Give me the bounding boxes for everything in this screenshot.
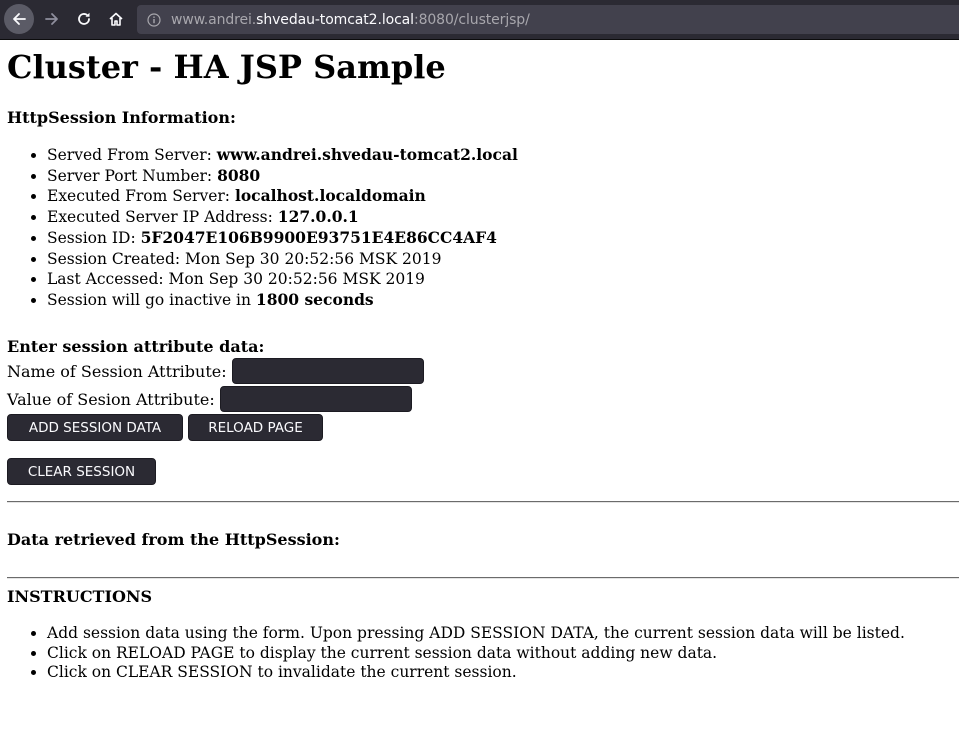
info-label: Session will go inactive in (47, 290, 256, 309)
info-icon[interactable] (146, 12, 162, 28)
list-item: Session will go inactive in 1800 seconds (47, 290, 518, 311)
add-session-data-button[interactable]: ADD SESSION DATA (7, 414, 183, 441)
info-label: Executed Server IP Address: (47, 208, 278, 227)
arrow-right-icon (45, 13, 58, 25)
attribute-name-input[interactable] (231, 358, 424, 384)
divider (7, 501, 959, 503)
info-label: Served From Server: (47, 146, 217, 164)
forward-button[interactable] (38, 5, 66, 33)
info-value: localhost.localdomain (234, 186, 426, 206)
url-host: shvedau-tomcat2.local (256, 11, 414, 28)
home-button[interactable] (102, 5, 130, 33)
url-prefix: www.andrei. (171, 11, 257, 28)
list-item: Executed Server IP Address: 127.0.0.1 (47, 207, 518, 228)
arrow-left-icon (13, 13, 26, 25)
attribute-value-input[interactable] (219, 386, 412, 412)
info-label: Executed From Server: (47, 187, 235, 206)
list-item: Add session data using the form. Upon pr… (47, 624, 905, 644)
url-text: www.andrei.shvedau-tomcat2.local:8080/cl… (171, 12, 530, 28)
info-label: Session ID: (47, 228, 141, 247)
info-value: 127.0.0.1 (277, 207, 359, 227)
url-bar[interactable]: www.andrei.shvedau-tomcat2.local:8080/cl… (137, 5, 959, 34)
reload-page-button[interactable]: RELOAD PAGE (188, 414, 323, 441)
clear-session-button[interactable]: CLEAR SESSION (7, 458, 156, 485)
name-label: Name of Session Attribute: (7, 361, 227, 381)
list-item: Click on RELOAD PAGE to display the curr… (47, 644, 905, 664)
list-item: Session ID: 5F2047E106B9900E93751E4E86CC… (47, 228, 518, 249)
home-icon (109, 12, 123, 26)
info-value: www.andrei.shvedau-tomcat2.local (216, 145, 518, 164)
list-item: Last Accessed: Mon Sep 30 20:52:56 MSK 2… (47, 269, 518, 290)
info-value: 1800 seconds (255, 289, 374, 309)
info-label: Server Port Number: (47, 166, 218, 185)
browser-toolbar: www.andrei.shvedau-tomcat2.local:8080/cl… (0, 0, 959, 40)
retrieved-heading: Data retrieved from the HttpSession: (7, 530, 340, 549)
value-label: Value of Sesion Attribute: (7, 389, 215, 409)
reload-icon (78, 12, 90, 25)
info-label: Session Created: Mon Sep 30 20:52:56 MSK… (47, 249, 442, 268)
instructions-list: Add session data using the form. Upon pr… (7, 624, 905, 683)
form-heading: Enter session attribute data: (7, 337, 265, 356)
reload-button[interactable] (70, 5, 98, 33)
url-suffix: :8080/clusterjsp/ (413, 11, 530, 28)
name-row: Name of Session Attribute: (7, 358, 424, 384)
page-title: Cluster - HA JSP Sample (7, 48, 446, 86)
list-item: Server Port Number: 8080 (47, 166, 518, 187)
list-item: Executed From Server: localhost.localdom… (47, 186, 518, 207)
info-label: Last Accessed: Mon Sep 30 20:52:56 MSK 2… (47, 270, 425, 289)
info-value: 8080 (217, 165, 261, 185)
session-info-list: Served From Server: www.andrei.shvedau-t… (7, 145, 518, 311)
list-item: Served From Server: www.andrei.shvedau-t… (47, 145, 518, 166)
info-value: 5F2047E106B9900E93751E4E86CC4AF4 (140, 227, 497, 247)
value-row: Value of Sesion Attribute: (7, 386, 412, 412)
instructions-heading: INSTRUCTIONS (7, 587, 153, 606)
list-item: Click on CLEAR SESSION to invalidate the… (47, 663, 905, 683)
back-button[interactable] (4, 4, 34, 34)
list-item: Session Created: Mon Sep 30 20:52:56 MSK… (47, 249, 518, 270)
session-info-heading: HttpSession Information: (7, 108, 236, 127)
divider (7, 577, 959, 579)
